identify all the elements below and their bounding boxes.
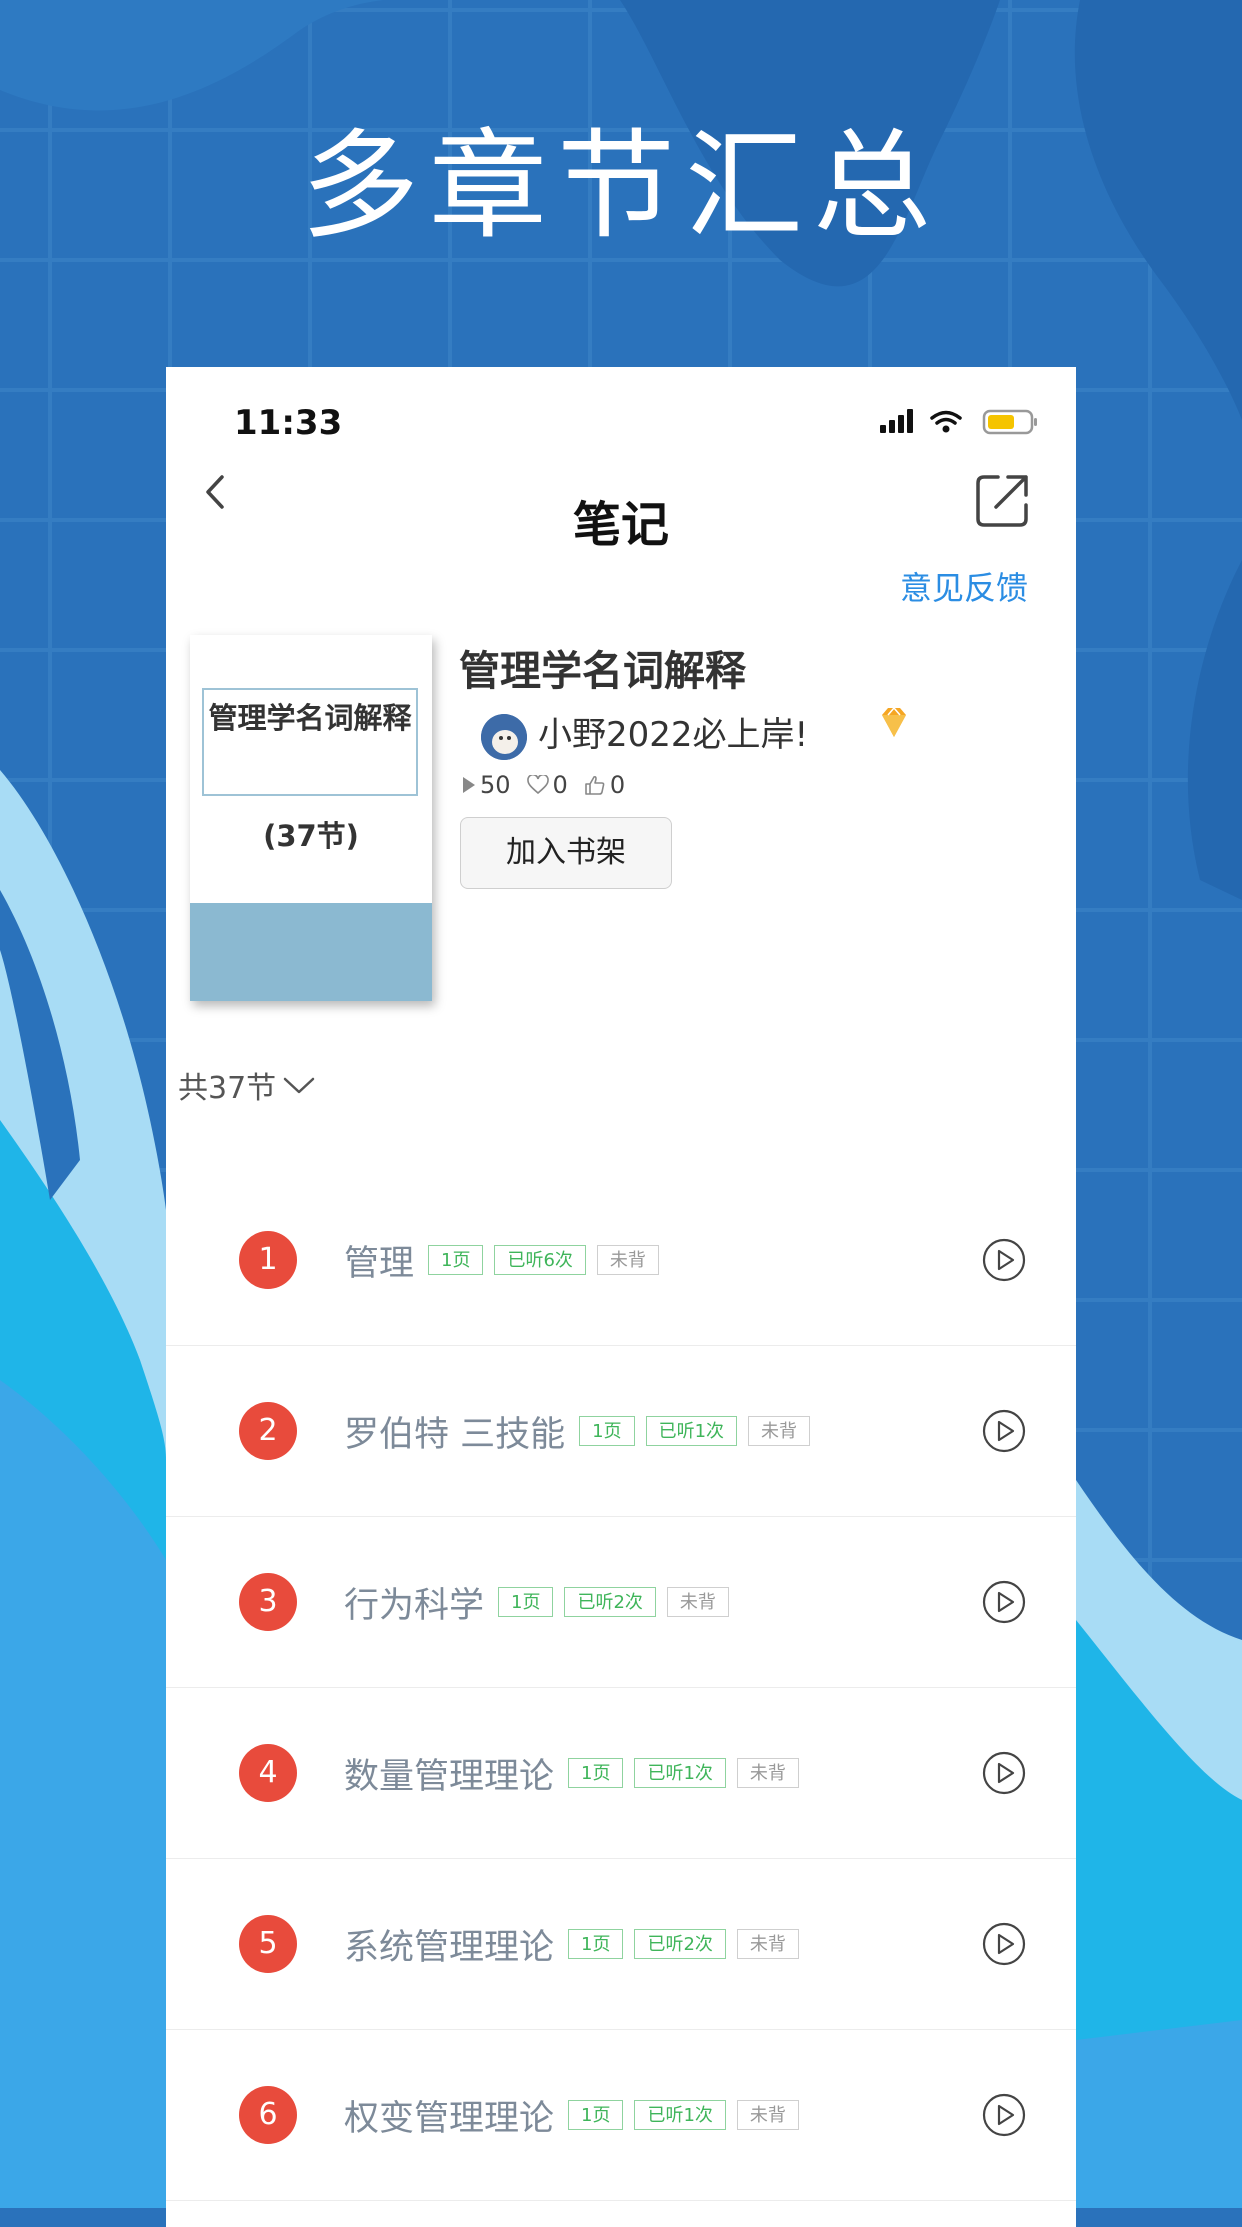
chapter-number: 6	[239, 2086, 297, 2144]
add-to-shelf-button[interactable]: 加入书架	[460, 817, 672, 889]
chapter-title: 数量管理理论	[344, 1756, 555, 1797]
listened-tag: 已听6次	[494, 1245, 586, 1275]
status-tag: 未背	[666, 1587, 729, 1617]
status-tag: 未背	[736, 1929, 799, 1959]
list-item[interactable]: 5 系统管理理论 1页 已听2次 未背	[166, 1859, 1076, 2030]
wifi-icon	[930, 410, 962, 425]
chapter-title: 管理	[344, 1243, 415, 1284]
play-icon[interactable]	[982, 1751, 1026, 1795]
list-item[interactable]: 2 罗伯特 三技能 1页 已听1次 未背	[166, 1346, 1076, 1517]
promo-headline: 多章节汇总	[300, 117, 941, 255]
play-icon[interactable]	[982, 1409, 1026, 1453]
feedback-link[interactable]: 意见反馈	[900, 563, 1028, 609]
chapter-title: 系统管理理论	[344, 1927, 555, 1968]
thumbs-stat[interactable]: 0	[584, 771, 625, 799]
likes-count: 0	[552, 771, 568, 799]
diamond-vip-icon	[882, 706, 906, 737]
pages-tag: 1页	[579, 1416, 635, 1446]
chapter-number: 1	[239, 1231, 297, 1289]
chapter-number: 5	[239, 1915, 297, 1973]
cover-band	[190, 903, 432, 1001]
listened-tag: 已听2次	[634, 1929, 726, 1959]
pages-tag: 1页	[428, 1245, 484, 1275]
play-icon[interactable]	[982, 1922, 1026, 1966]
status-time: 11:33	[234, 403, 343, 443]
phone-screen: 11:33 笔记 意见反馈 管理学名词解释 (37节) 管理学名词解释 小野20…	[166, 367, 1076, 2227]
heart-icon	[526, 775, 549, 795]
play-icon[interactable]	[982, 2093, 1026, 2137]
listened-tag: 已听2次	[564, 1587, 656, 1617]
status-tag: 未背	[736, 2100, 799, 2130]
list-item[interactable]: 1 管理 1页 已听6次 未背	[166, 1175, 1076, 1346]
status-icons	[880, 409, 1037, 435]
status-tag: 未背	[736, 1758, 799, 1788]
battery-icon	[982, 409, 1037, 435]
list-item[interactable]: 6 权变管理理论 1页 已听1次 未背	[166, 2030, 1076, 2201]
status-tag: 未背	[596, 1245, 659, 1275]
status-tag: 未背	[748, 1416, 811, 1446]
pages-tag: 1页	[568, 1758, 624, 1788]
play-count-icon	[463, 777, 475, 793]
pages-tag: 1页	[498, 1587, 554, 1617]
chevron-down-icon	[283, 1077, 315, 1094]
plays-stat: 50	[462, 771, 511, 799]
listened-tag: 已听1次	[634, 1758, 726, 1788]
avatar[interactable]	[481, 714, 527, 760]
thumbs-count: 0	[609, 771, 626, 799]
signal-icon	[880, 409, 913, 433]
pages-tag: 1页	[568, 2100, 624, 2130]
page-title: 笔记	[572, 497, 669, 553]
list-item[interactable]: 3 行为科学 1页 已听2次 未背	[166, 1517, 1076, 1688]
chapter-count-toggle[interactable]: 共37节	[178, 1063, 316, 1107]
cover-chapter-count: (37节)	[263, 819, 359, 853]
share-icon[interactable]	[974, 471, 1032, 529]
chapter-number: 3	[239, 1573, 297, 1631]
play-icon[interactable]	[982, 1238, 1026, 1282]
likes-stat[interactable]: 0	[526, 771, 568, 799]
chapter-title: 罗伯特 三技能	[344, 1414, 566, 1455]
plays-count: 50	[480, 771, 511, 799]
book-title: 管理学名词解释	[459, 647, 746, 695]
chapter-title: 行为科学	[344, 1585, 485, 1626]
chapter-number: 4	[239, 1744, 297, 1802]
book-cover[interactable]: 管理学名词解释 (37节)	[190, 635, 432, 1001]
chapter-count: 共37节	[178, 1071, 277, 1106]
chapter-number: 2	[239, 1402, 297, 1460]
list-item[interactable]: 4 数量管理理论 1页 已听1次 未背	[166, 1688, 1076, 1859]
author-name[interactable]: 小野2022必上岸!	[538, 707, 808, 756]
chapter-title: 权变管理理论	[344, 2098, 555, 2139]
listened-tag: 已听1次	[634, 2100, 726, 2130]
play-icon[interactable]	[982, 1580, 1026, 1624]
chapter-list: 1 管理 1页 已听6次 未背 2 罗伯特 三技能 1页 已听1次 未背 3 行…	[166, 1175, 1076, 2201]
listened-tag: 已听1次	[645, 1416, 738, 1446]
pages-tag: 1页	[568, 1929, 624, 1959]
thumbs-up-icon	[585, 775, 605, 795]
book-stats: 50 0 0	[462, 771, 641, 799]
cover-title: 管理学名词解释	[202, 688, 418, 796]
